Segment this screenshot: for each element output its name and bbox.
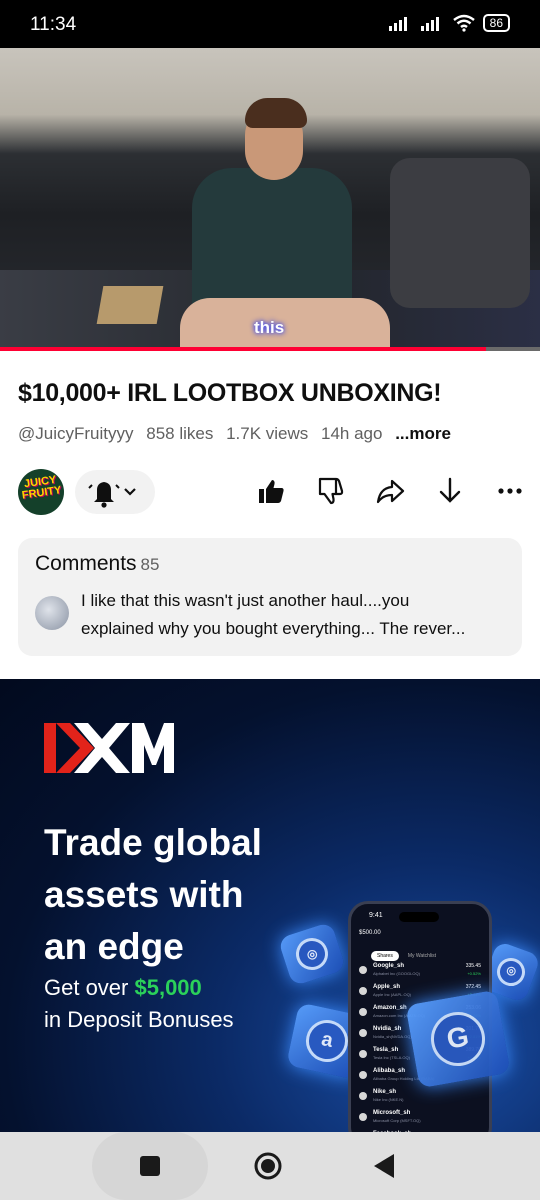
- ad-bonus-amount: $5,000: [134, 975, 202, 1000]
- ad-sub-prefix: Get over: [44, 975, 135, 1000]
- video-player[interactable]: this: [0, 48, 540, 350]
- phone-tabs: Shares My Watchlist: [371, 944, 445, 962]
- stock-company: Nike Inc (NKE.N): [373, 1097, 404, 1102]
- stock-company: Nvidia_sh(NVDA.OQ): [373, 1034, 412, 1039]
- stock-name: Google_sh: [373, 963, 405, 969]
- top-comment-line-1: I like that this wasn't just another hau…: [81, 591, 410, 610]
- subscription-bell-button[interactable]: [75, 470, 155, 514]
- phone-stock-row: Nike_sh Nike Inc (NKE.N): [359, 1087, 483, 1108]
- channel-avatar[interactable]: JUICY FRUITY: [18, 469, 64, 515]
- stock-change: +0.52%: [467, 971, 481, 976]
- like-count: 858 likes: [146, 424, 214, 443]
- stock-company: Tesla Inc (TSLA.OQ): [373, 1055, 410, 1060]
- phone-balance: $500.00: [359, 930, 381, 936]
- dislike-icon[interactable]: [315, 475, 347, 507]
- ad-subtext: Get over $5,000 in Deposit Bonuses: [44, 972, 234, 1036]
- video-caption: this: [254, 318, 285, 337]
- ad-headline-line-1: Trade global: [44, 822, 262, 863]
- coin-icon: a: [302, 1016, 352, 1066]
- ad-headline-line-3: an edge: [44, 926, 184, 967]
- video-frame-hair: [245, 98, 307, 128]
- more-icon[interactable]: [494, 475, 526, 507]
- stock-logo-icon: [359, 1050, 367, 1058]
- back-icon[interactable]: [372, 1153, 396, 1179]
- stock-logo-icon: [359, 987, 367, 995]
- wifi-icon: [452, 14, 475, 32]
- channel-handle[interactable]: @JuicyFruityyy: [18, 424, 134, 443]
- action-row: JUICY FRUITY: [18, 469, 528, 519]
- signal-icon: [420, 17, 439, 31]
- download-icon[interactable]: [434, 475, 466, 507]
- upload-age: 14h ago: [321, 424, 383, 443]
- share-icon[interactable]: [374, 475, 406, 507]
- status-bar: 11:34 86: [0, 0, 540, 48]
- comments-panel[interactable]: Comments 85 I like that this wasn't just …: [18, 538, 522, 656]
- bell-icon: [88, 482, 136, 508]
- video-title[interactable]: $10,000+ IRL LOOTBOX UNBOXING!: [18, 379, 442, 408]
- video-frame-person: [192, 168, 352, 318]
- phone-notch: [399, 912, 439, 922]
- avatar-logo: JUICY FRUITY: [21, 473, 63, 502]
- stock-logo-icon: [359, 1092, 367, 1100]
- like-icon[interactable]: [255, 475, 287, 507]
- stock-logo-icon: [359, 966, 367, 974]
- stock-company: Alphabet Inc (GOOGLOQ): [373, 971, 420, 976]
- coin-icon: ◎: [493, 954, 529, 990]
- battery-indicator: 86: [482, 14, 510, 32]
- video-frame-legs: [180, 298, 390, 350]
- phone-time: 9:41: [369, 912, 383, 919]
- floating-coin: ◎: [277, 921, 347, 987]
- stock-logo-icon: [359, 1008, 367, 1016]
- phone-tab: My Watchlist: [407, 953, 436, 959]
- phone-stock-row: Microsoft_sh Microsoft Corp (MSFT.OQ): [359, 1108, 483, 1129]
- stock-logo-icon: [359, 1113, 367, 1121]
- stock-name: Amazon_sh: [373, 1005, 407, 1011]
- comments-header: Comments 85: [35, 552, 159, 576]
- xm-logo: [44, 723, 174, 773]
- top-comment: I like that this wasn't just another hau…: [81, 587, 511, 643]
- stock-name: Nvidia_sh: [373, 1026, 402, 1032]
- comments-label: Comments: [35, 552, 137, 575]
- view-count: 1.7K views: [226, 424, 309, 443]
- ad-banner[interactable]: Trade global assets with an edge Get ove…: [0, 679, 540, 1132]
- video-details: $10,000+ IRL LOOTBOX UNBOXING! @JuicyFru…: [0, 351, 540, 681]
- status-time: 11:34: [30, 14, 77, 35]
- top-comment-line-2: explained why you bought everything... T…: [81, 619, 466, 638]
- coin-icon: ◎: [291, 933, 333, 975]
- home-icon[interactable]: [253, 1151, 283, 1181]
- ad-sub-line-2: in Deposit Bonuses: [44, 1007, 234, 1032]
- status-icons: 86: [388, 14, 510, 32]
- more-link[interactable]: ...more: [395, 424, 451, 443]
- stock-price: 335.45: [465, 963, 481, 969]
- stock-logo-icon: [359, 1029, 367, 1037]
- stock-company: Apple Inc (AAPL.OQ): [373, 992, 412, 997]
- comments-count: 85: [140, 555, 160, 574]
- ad-headline-line-2: assets with: [44, 874, 244, 915]
- stock-name: Nike_sh: [373, 1089, 397, 1095]
- phone-stock-row: Google_sh Alphabet Inc (GOOGLOQ) 335.45 +0.…: [359, 961, 483, 982]
- phone-tab: Shares: [371, 951, 399, 961]
- video-meta[interactable]: @JuicyFruityyy 858 likes 1.7K views 14h …: [18, 424, 459, 444]
- video-frame-clutter: [390, 158, 530, 308]
- floating-coin: G: [405, 989, 511, 1089]
- stock-name: Alibaba_sh: [373, 1068, 406, 1074]
- stock-name: Microsoft_sh: [373, 1110, 411, 1116]
- stock-name: Tesla_sh: [373, 1047, 399, 1053]
- system-nav-bar: [0, 1132, 540, 1200]
- signal-icon: [388, 17, 407, 31]
- commenter-avatar: [35, 596, 69, 630]
- coin-icon: G: [426, 1007, 490, 1071]
- ad-headline: Trade global assets with an edge: [44, 817, 262, 973]
- recents-icon[interactable]: [139, 1155, 161, 1177]
- stock-logo-icon: [359, 1071, 367, 1079]
- stock-price: 372.45: [465, 984, 481, 990]
- video-frame-box: [96, 286, 164, 324]
- stock-name: Apple_sh: [373, 984, 401, 990]
- stock-company: Microsoft Corp (MSFT.OQ): [373, 1118, 421, 1123]
